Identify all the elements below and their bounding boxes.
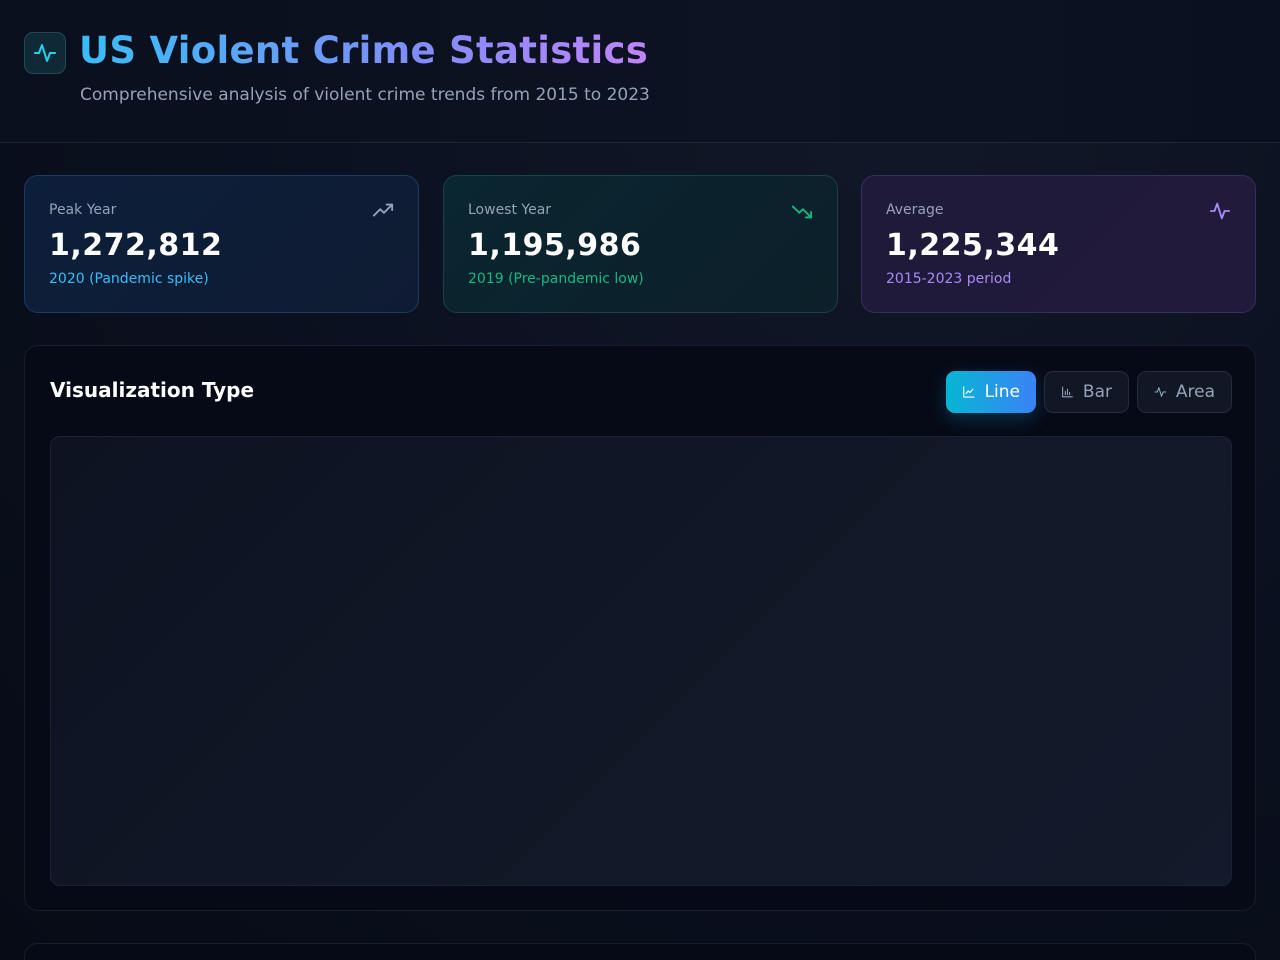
stat-value: 1,195,986 <box>468 228 642 263</box>
stat-value: 1,272,812 <box>49 228 223 263</box>
visualization-title: Visualization Type <box>50 378 255 402</box>
stat-label: Peak Year <box>49 202 117 218</box>
bar-chart-button[interactable]: Bar <box>1044 371 1129 413</box>
page-header: US Violent Crime Statistics Comprehensiv… <box>0 0 1280 143</box>
activity-icon <box>1154 387 1167 397</box>
bar-button-label: Bar <box>1082 382 1112 402</box>
logo <box>24 32 66 74</box>
page-subtitle: Comprehensive analysis of violent crime … <box>80 85 650 105</box>
chart-canvas[interactable] <box>50 436 1232 886</box>
stat-value: 1,225,344 <box>886 228 1060 263</box>
stat-note: 2015-2023 period <box>886 271 1012 287</box>
page-title: US Violent Crime Statistics <box>79 29 649 72</box>
stat-card-average: Average 1,225,344 2015-2023 period <box>861 175 1256 313</box>
trending-down-icon <box>791 205 813 219</box>
stat-card-lowest: Lowest Year 1,195,986 2019 (Pre-pandemic… <box>443 175 838 313</box>
activity-icon <box>34 44 56 62</box>
stat-note: 2019 (Pre-pandemic low) <box>468 271 644 287</box>
bar-chart-icon <box>1062 386 1073 398</box>
secondary-panel <box>24 943 1256 960</box>
stat-label: Lowest Year <box>468 202 552 218</box>
line-button-label: Line <box>984 382 1020 402</box>
stat-label: Average <box>886 202 944 218</box>
line-chart-button[interactable]: Line <box>946 371 1036 413</box>
line-chart-icon <box>963 386 975 398</box>
stat-card-peak: Peak Year 1,272,812 2020 (Pandemic spike… <box>24 175 419 313</box>
trending-up-icon <box>372 203 394 217</box>
area-button-label: Area <box>1175 382 1215 402</box>
activity-icon <box>1209 202 1231 220</box>
area-chart-button[interactable]: Area <box>1137 371 1232 413</box>
stat-note: 2020 (Pandemic spike) <box>49 271 209 287</box>
visualization-panel: Visualization Type Line Bar Area <box>24 345 1256 911</box>
